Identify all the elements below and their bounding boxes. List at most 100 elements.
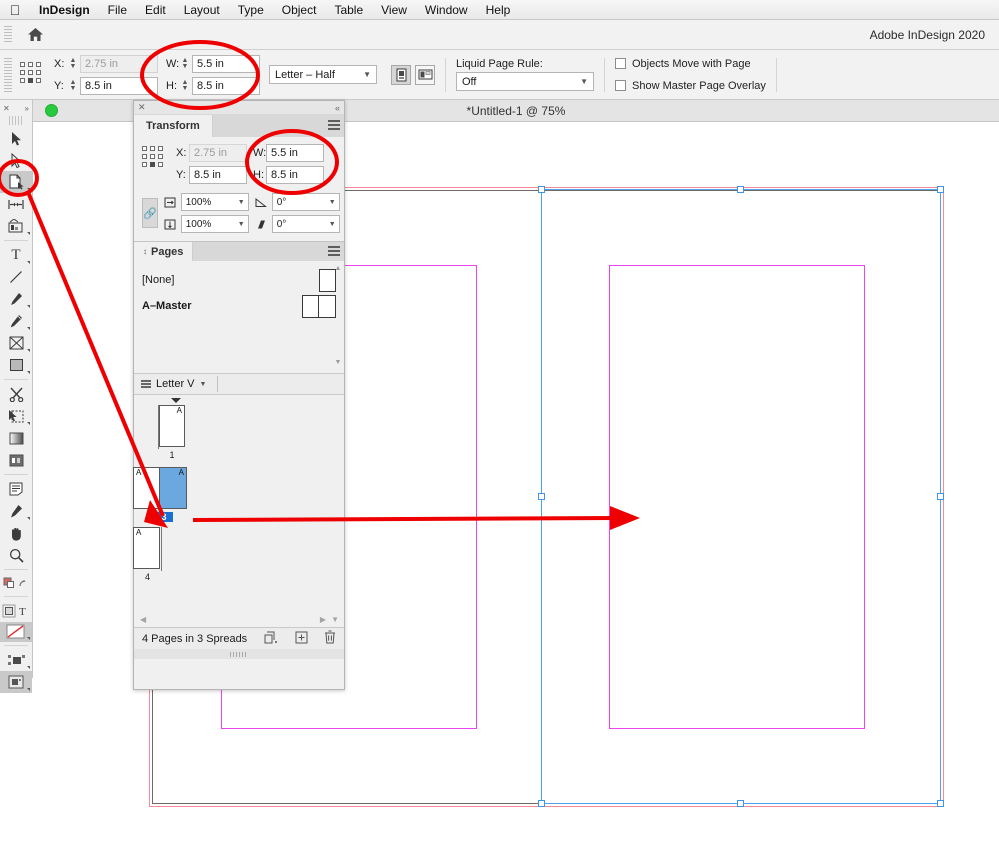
document-tab-title[interactable]: *Untitled-1 @ 75% bbox=[467, 104, 566, 118]
panel-menu-icon[interactable] bbox=[328, 246, 340, 256]
page-size-label[interactable]: Letter V bbox=[156, 378, 195, 390]
transform-h-input[interactable]: 8.5 in bbox=[266, 166, 324, 184]
objects-move-with-page-checkbox[interactable]: Objects Move with Page bbox=[615, 55, 766, 73]
page-spread-1[interactable]: A 1 bbox=[158, 405, 185, 447]
selection-handle[interactable] bbox=[538, 800, 545, 807]
selection-handle[interactable] bbox=[937, 800, 944, 807]
gradient-feather-tool[interactable] bbox=[0, 449, 32, 471]
gap-tool[interactable] bbox=[0, 193, 32, 215]
pages-thumbnail-area[interactable]: A 1 A A 2-3 A 4 ◀ ▶ bbox=[134, 395, 344, 627]
chevron-down-icon[interactable]: ▼ bbox=[334, 359, 342, 366]
page-thumb-4[interactable]: A bbox=[133, 527, 160, 569]
page-thumb-2[interactable]: A bbox=[133, 467, 160, 509]
direct-selection-tool[interactable] bbox=[0, 149, 32, 171]
content-collector-tool[interactable] bbox=[0, 215, 32, 237]
scale-x-combo[interactable]: 100% ▼ bbox=[181, 193, 249, 211]
selection-handle[interactable] bbox=[538, 493, 545, 500]
selection-handle[interactable] bbox=[737, 800, 744, 807]
rotation-combo[interactable]: 0° ▼ bbox=[272, 193, 340, 211]
formatting-affects-group[interactable]: T bbox=[0, 600, 32, 622]
master-row-a-master[interactable]: A–Master bbox=[142, 293, 336, 319]
type-tool[interactable]: T bbox=[0, 244, 32, 266]
transform-y-input[interactable]: 8.5 in bbox=[189, 166, 247, 184]
preview-mode-icon[interactable] bbox=[0, 671, 32, 693]
transform-x-input[interactable]: 2.75 in bbox=[189, 144, 247, 162]
tab-pages[interactable]: ↕ Pages bbox=[134, 242, 193, 261]
menu-item-help[interactable]: Help bbox=[477, 0, 520, 20]
scissors-tool[interactable] bbox=[0, 383, 32, 405]
page-spread-4[interactable]: A 4 bbox=[133, 527, 160, 569]
fill-stroke-controls[interactable] bbox=[0, 573, 32, 593]
reference-point-grid-icon[interactable] bbox=[20, 62, 46, 88]
selection-handle[interactable] bbox=[937, 493, 944, 500]
menu-item-view[interactable]: View bbox=[372, 0, 416, 20]
pages-scroll-down-icon[interactable]: ▼ bbox=[331, 615, 339, 624]
green-maximize-button[interactable] bbox=[45, 104, 58, 117]
menu-item-indesign[interactable]: InDesign bbox=[30, 0, 99, 20]
hand-tool[interactable] bbox=[0, 522, 32, 544]
note-tool[interactable] bbox=[0, 478, 32, 500]
line-tool[interactable] bbox=[0, 266, 32, 288]
link-constrain-icon[interactable]: 🔗 bbox=[142, 198, 158, 228]
pen-tool[interactable] bbox=[0, 288, 32, 310]
landscape-orientation-icon[interactable] bbox=[415, 65, 435, 85]
eyedropper-tool[interactable] bbox=[0, 500, 32, 522]
show-master-page-overlay-checkbox[interactable]: Show Master Page Overlay bbox=[615, 77, 766, 95]
tab-transform[interactable]: Transform bbox=[134, 115, 213, 137]
gradient-swatch-tool[interactable] bbox=[0, 427, 32, 449]
menu-item-window[interactable]: Window bbox=[416, 0, 477, 20]
apple-logo-icon[interactable]:  bbox=[0, 3, 30, 17]
home-icon[interactable] bbox=[24, 24, 46, 46]
menu-item-object[interactable]: Object bbox=[273, 0, 326, 20]
pages-scroll-left-icon[interactable]: ◀ bbox=[140, 615, 146, 624]
reference-point-grid-icon[interactable] bbox=[142, 146, 168, 172]
liquid-page-rule-select[interactable]: Off ▼ bbox=[456, 72, 594, 91]
page-label-1[interactable]: 1 bbox=[158, 450, 186, 460]
rectangle-tool[interactable] bbox=[0, 354, 32, 376]
frame-tool[interactable] bbox=[0, 332, 32, 354]
w-input[interactable]: 5.5 in bbox=[192, 55, 260, 73]
chevron-down-icon[interactable]: ▼ bbox=[200, 381, 207, 388]
page-thumb-1[interactable]: A bbox=[159, 405, 185, 447]
scale-y-combo[interactable]: 100% ▼ bbox=[181, 215, 249, 233]
master-row-none[interactable]: [None] bbox=[142, 267, 336, 293]
panel-resize-grip[interactable] bbox=[134, 649, 344, 659]
selection-handle[interactable] bbox=[937, 186, 944, 193]
menu-item-layout[interactable]: Layout bbox=[175, 0, 229, 20]
page-label-4[interactable]: 4 bbox=[134, 572, 161, 582]
free-transform-tool[interactable] bbox=[0, 405, 32, 427]
menu-item-file[interactable]: File bbox=[99, 0, 136, 20]
h-stepper[interactable]: ▲▼ bbox=[180, 77, 190, 94]
chevron-up-icon[interactable]: ▲ bbox=[334, 265, 342, 272]
collapse-tools-icon[interactable]: ✕ bbox=[3, 104, 10, 113]
expand-tools-icon[interactable]: » bbox=[25, 104, 29, 113]
pages-scroll-right-icon[interactable]: ▶ bbox=[320, 615, 326, 624]
portrait-orientation-icon[interactable] bbox=[391, 65, 411, 85]
masters-list[interactable]: [None] A–Master ▲ ▼ bbox=[134, 261, 344, 373]
trash-icon[interactable] bbox=[324, 630, 336, 647]
y-input[interactable]: 8.5 in bbox=[80, 77, 158, 95]
new-page-icon[interactable] bbox=[295, 631, 308, 647]
hamburger-icon[interactable] bbox=[141, 380, 151, 389]
selection-tool[interactable] bbox=[0, 127, 32, 149]
masters-scrollbar[interactable]: ▲ bbox=[334, 265, 342, 369]
menu-item-table[interactable]: Table bbox=[325, 0, 372, 20]
transform-w-input[interactable]: 5.5 in bbox=[266, 144, 324, 162]
page-label-2-3[interactable]: 2-3 bbox=[147, 512, 173, 522]
menu-item-type[interactable]: Type bbox=[229, 0, 273, 20]
pencil-tool[interactable] bbox=[0, 310, 32, 332]
selection-handle[interactable] bbox=[737, 186, 744, 193]
close-icon[interactable]: ✕ bbox=[138, 102, 146, 113]
apply-none-icon[interactable] bbox=[0, 622, 32, 642]
normal-view-mode-icon[interactable] bbox=[0, 649, 32, 671]
double-chevron-left-icon[interactable]: « bbox=[335, 103, 340, 113]
w-stepper[interactable]: ▲▼ bbox=[180, 55, 190, 72]
zoom-tool[interactable] bbox=[0, 544, 32, 566]
page-spread-2-3[interactable]: A A 2-3 bbox=[133, 467, 187, 509]
y-stepper[interactable]: ▲▼ bbox=[68, 77, 78, 94]
page-tool[interactable] bbox=[0, 171, 32, 193]
shear-combo[interactable]: 0° ▼ bbox=[272, 215, 340, 233]
edit-page-size-icon[interactable] bbox=[264, 631, 279, 647]
x-input[interactable]: 2.75 in bbox=[80, 55, 158, 73]
panel-menu-icon[interactable] bbox=[328, 120, 340, 130]
